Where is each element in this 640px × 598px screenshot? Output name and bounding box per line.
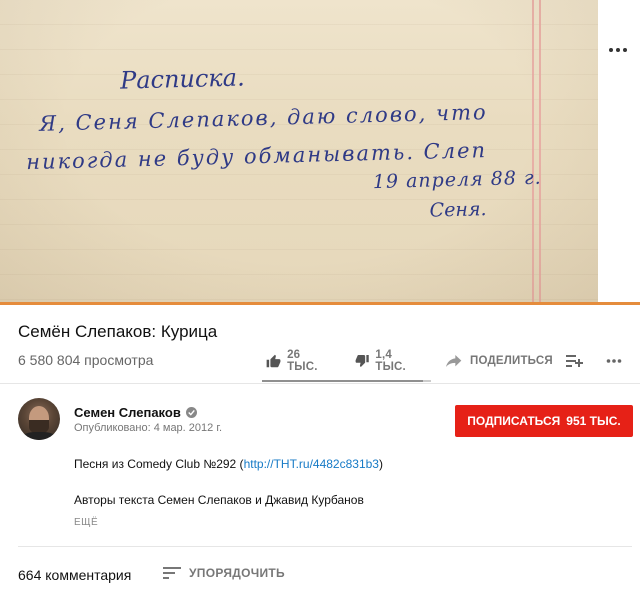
note-date: 19 апреля 88 г. <box>373 167 542 193</box>
handwriting: Расписка. Я, Сеня Слепаков, даю слово, ч… <box>26 63 542 221</box>
more-actions-button[interactable] <box>606 353 622 369</box>
accent-divider <box>0 302 640 305</box>
more-vert-icon[interactable] <box>603 38 633 62</box>
publish-date: Опубликовано: 4 мар. 2012 г. <box>74 422 223 434</box>
share-button[interactable]: ПОДЕЛИТЬСЯ <box>446 354 553 368</box>
verified-badge-icon <box>185 407 197 418</box>
more-horiz-icon <box>606 359 622 363</box>
thumb-down-icon <box>355 355 369 367</box>
view-count: 6 580 804 просмотра <box>18 352 154 368</box>
margin-line <box>539 0 541 304</box>
subscriber-count: 951 ТЫС. <box>566 414 621 428</box>
description-line-1: Песня из Comedy Club №292 (http://THT.ru… <box>74 457 383 471</box>
share-icon <box>446 355 462 367</box>
comments-count: 664 комментария <box>18 567 132 583</box>
note-line-1: Я, Сеня Слепаков, даю слово, что <box>38 100 488 136</box>
subscribe-label: ПОДПИСАТЬСЯ <box>467 414 561 428</box>
like-button[interactable]: 26 ТЫС. <box>266 349 323 373</box>
thumb-up-icon <box>266 354 281 368</box>
channel-name[interactable]: Семен Слепаков <box>74 405 181 420</box>
like-count: 26 ТЫС. <box>287 349 318 373</box>
sort-comments-button[interactable]: УПОРЯДОЧИТЬ <box>163 566 285 580</box>
channel-name-row[interactable]: Семен Слепаков <box>74 405 197 420</box>
subscribe-button[interactable]: ПОДПИСАТЬСЯ 951 ТЫС. <box>455 405 633 437</box>
divider <box>0 383 640 384</box>
share-label: ПОДЕЛИТЬСЯ <box>470 355 553 367</box>
description-line-2: Авторы текста Семен Слепаков и Джавид Ку… <box>74 493 364 507</box>
sentiment-bar-fill <box>262 380 423 382</box>
note-line-2: никогда не буду обманывать. Слеп <box>26 138 487 174</box>
sort-icon <box>163 567 181 579</box>
divider <box>18 546 632 547</box>
margin-line <box>532 0 534 304</box>
description-link[interactable]: http://THT.ru/4482c831b3 <box>244 457 379 471</box>
note-title: Расписка. <box>119 63 245 94</box>
sentiment-bar <box>262 380 431 382</box>
dislike-button[interactable]: 1,4 ТЫС. <box>355 349 412 373</box>
dislike-count: 1,4 ТЫС. <box>375 349 406 373</box>
add-to-playlist-button[interactable] <box>566 354 584 368</box>
handwritten-note-photo: Расписка. Я, Сеня Слепаков, даю слово, ч… <box>0 0 598 304</box>
sort-label: УПОРЯДОЧИТЬ <box>189 566 285 580</box>
avatar[interactable] <box>18 398 60 440</box>
show-more-link[interactable]: ЕЩЁ <box>74 517 98 528</box>
note-signature: Сеня. <box>429 198 486 221</box>
video-title: Семён Слепаков: Курица <box>18 322 218 341</box>
playlist-add-icon <box>566 355 583 367</box>
